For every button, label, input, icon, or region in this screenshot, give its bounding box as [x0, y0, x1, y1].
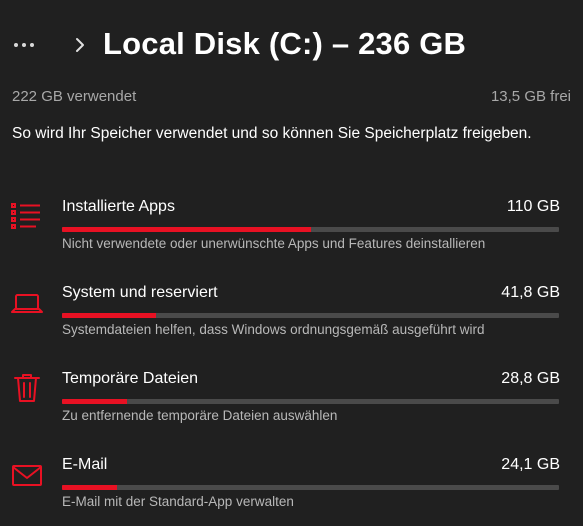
- usage-bar: [62, 485, 559, 490]
- category-temporary-files[interactable]: Temporäre Dateien 28,8 GB Zu entfernende…: [0, 370, 583, 440]
- usage-bar-fill: [62, 399, 127, 404]
- storage-description: So wird Ihr Speicher verwendet und so kö…: [12, 125, 532, 142]
- category-name: Installierte Apps: [62, 198, 175, 215]
- used-space-label: 222 GB verwendet: [12, 88, 137, 105]
- trash-icon: [14, 374, 40, 402]
- apps-list-icon: [11, 203, 40, 229]
- mail-icon: [12, 465, 42, 486]
- category-size: 41,8 GB: [501, 284, 560, 301]
- category-subtitle: E-Mail mit der Standard-App verwalten: [62, 494, 294, 509]
- usage-bar-fill: [62, 485, 117, 490]
- page-title: Local Disk (C:) – 236 GB: [103, 26, 467, 61]
- laptop-icon: [11, 294, 43, 313]
- chevron-right-icon: [76, 38, 84, 52]
- category-size: 110 GB: [506, 198, 560, 215]
- category-name: Temporäre Dateien: [62, 370, 199, 387]
- usage-bar: [62, 313, 559, 318]
- category-subtitle: Nicht verwendete oder unerwünschte Apps …: [62, 236, 486, 251]
- category-email[interactable]: E-Mail 24,1 GB E-Mail mit der Standard-A…: [0, 456, 583, 526]
- category-installed-apps[interactable]: Installierte Apps 110 GB Nicht verwendet…: [0, 198, 583, 268]
- category-name: System und reserviert: [62, 284, 218, 301]
- more-dots-icon[interactable]: [14, 34, 50, 56]
- category-system-reserved[interactable]: System und reserviert 41,8 GB Systemdate…: [0, 284, 583, 354]
- category-subtitle: Zu entfernende temporäre Dateien auswähl…: [62, 408, 338, 423]
- category-subtitle: Systemdateien helfen, dass Windows ordnu…: [62, 322, 485, 337]
- usage-bar-fill: [62, 227, 311, 232]
- category-size: 24,1 GB: [501, 456, 560, 473]
- usage-bar: [62, 227, 559, 232]
- page-header: Local Disk (C:) – 236 GB: [0, 0, 583, 92]
- category-size: 28,8 GB: [501, 370, 560, 387]
- category-name: E-Mail: [62, 456, 108, 473]
- usage-bar-fill: [62, 313, 157, 318]
- free-space-label: 13,5 GB frei: [490, 88, 571, 105]
- usage-bar: [62, 399, 559, 404]
